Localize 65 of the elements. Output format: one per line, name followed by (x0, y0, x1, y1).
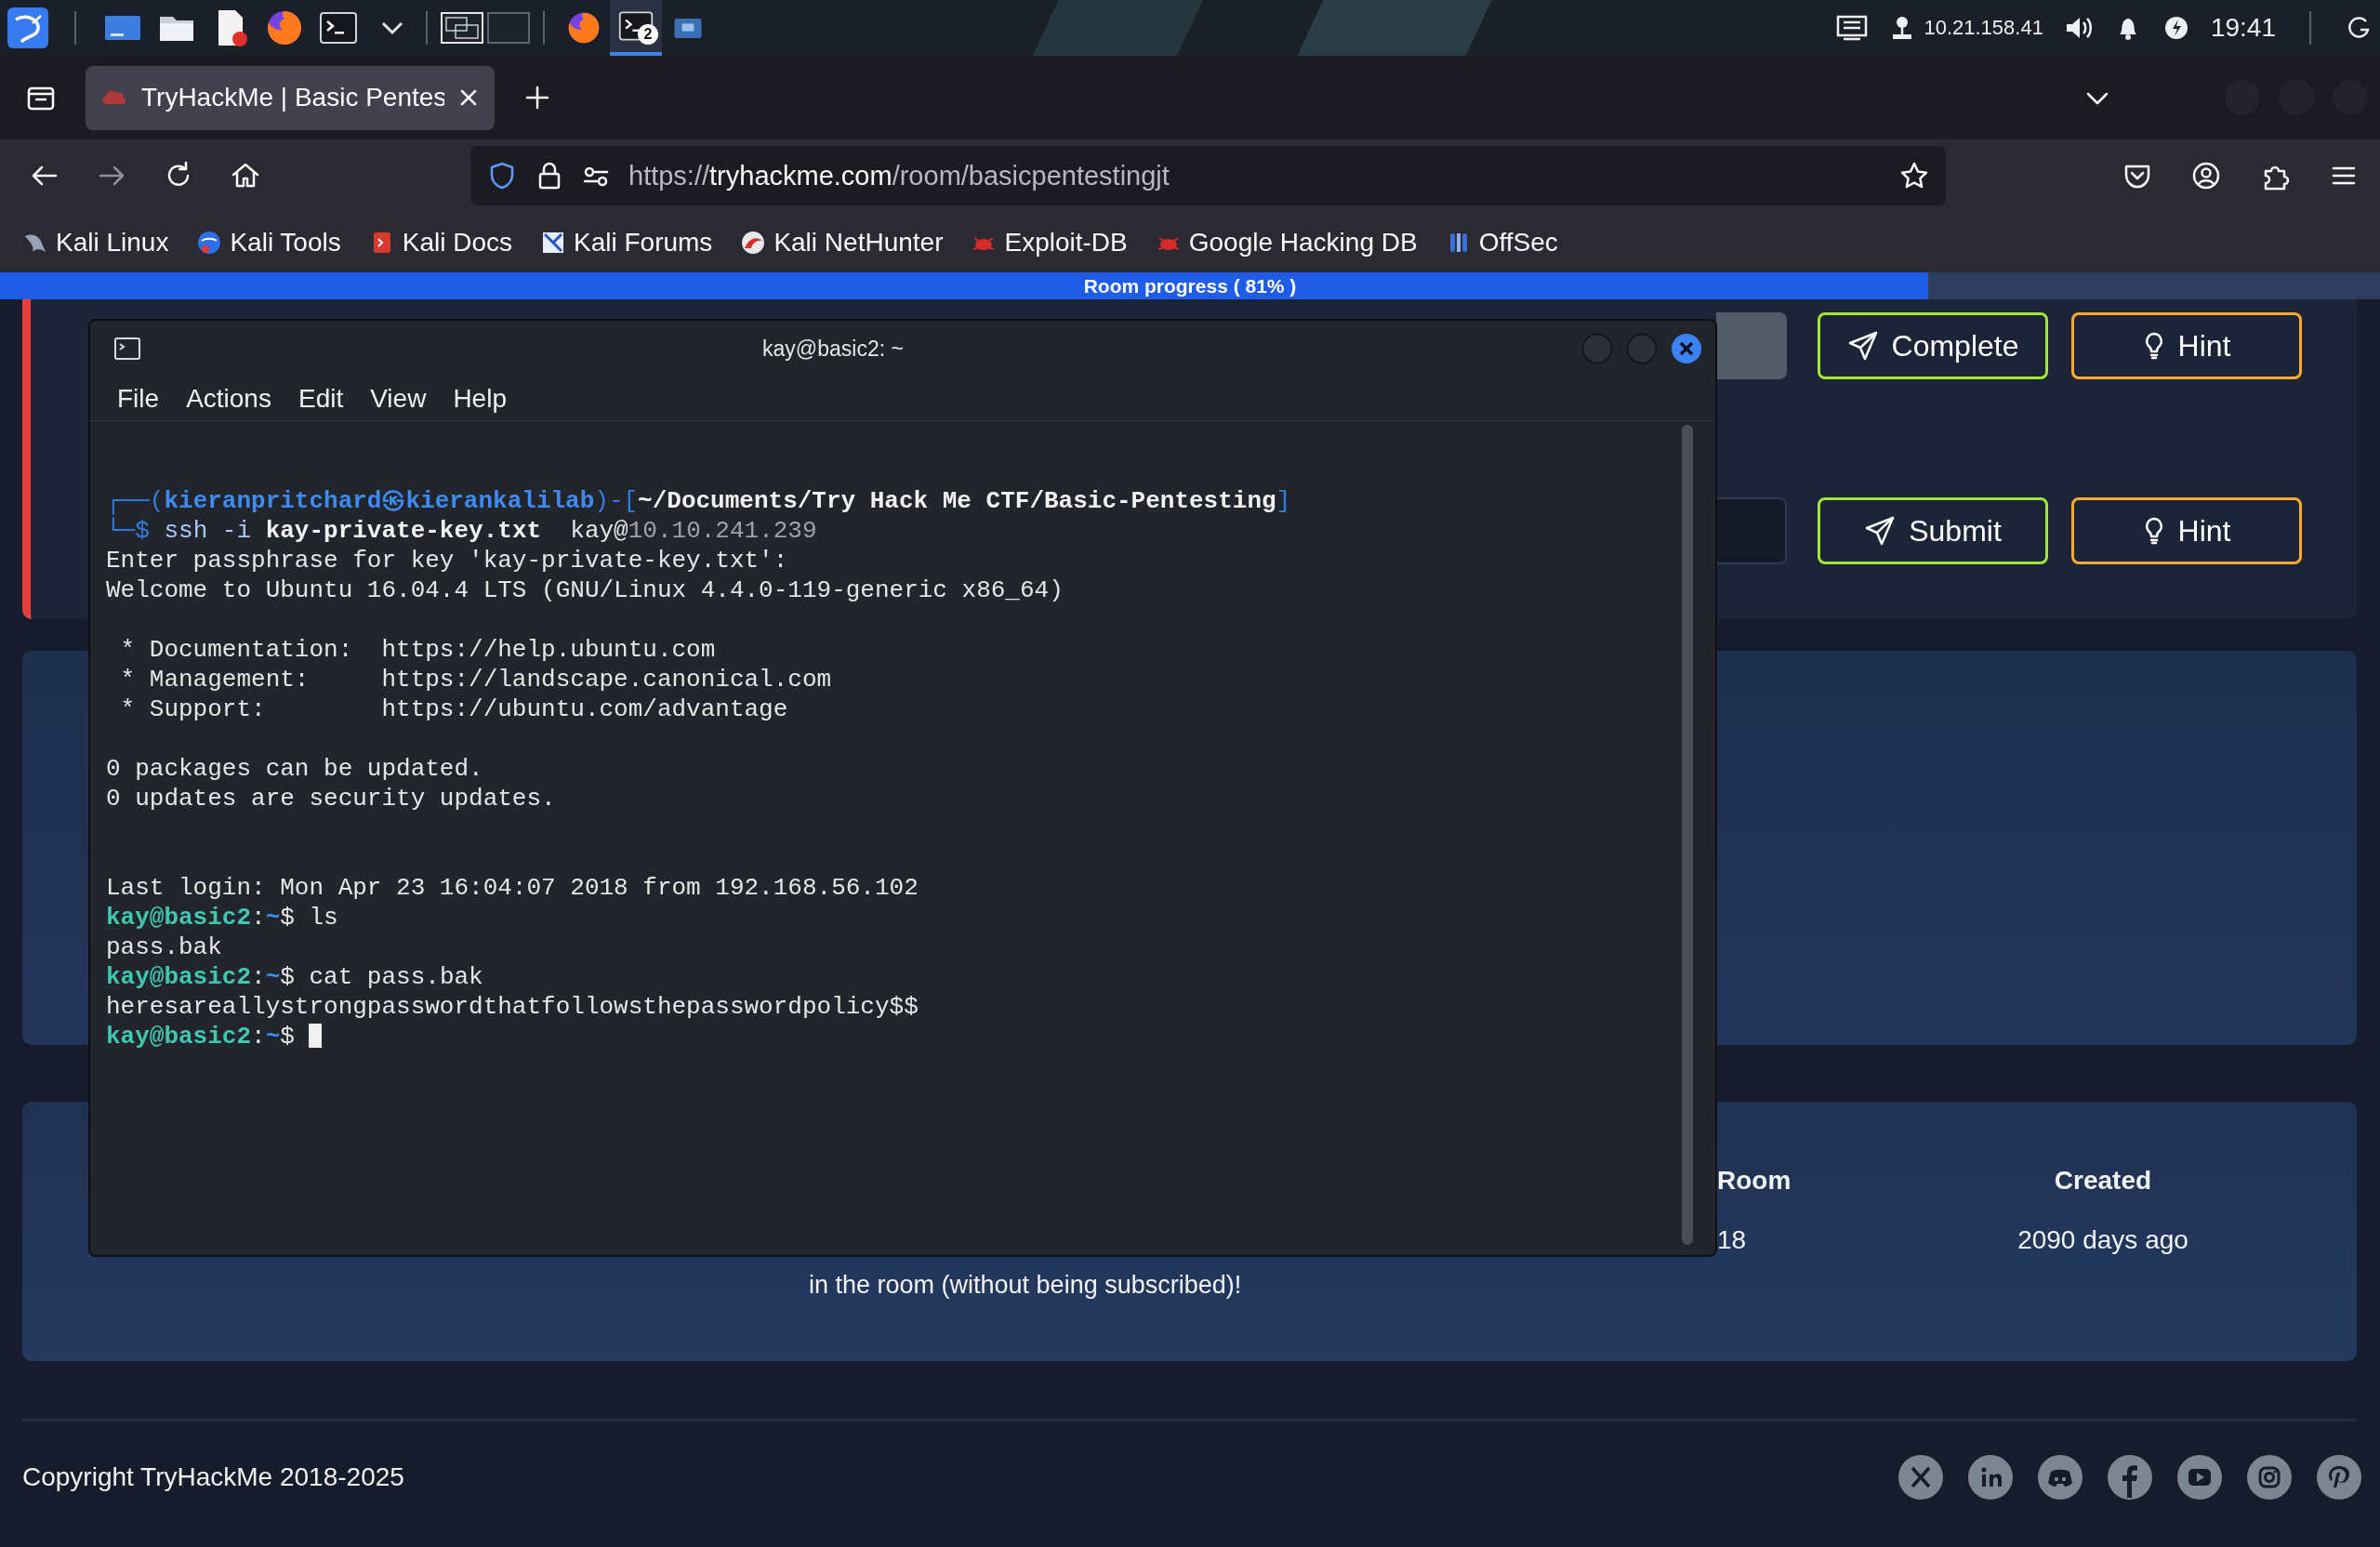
terminal-line: 0 updates are security updates. (106, 784, 557, 813)
bookmark[interactable]: Kali NetHunter (740, 227, 944, 258)
bookmark[interactable]: Kali Forums (540, 227, 713, 258)
swoosh-icon (740, 229, 767, 256)
terminal-line: * Documentation: https://help.ubuntu.com (119, 635, 717, 665)
terminal-line: * Support: https://ubuntu.com/advantage (119, 694, 789, 724)
column-heading: Created (2054, 1165, 2152, 1197)
bookmark[interactable]: Kali Linux (22, 227, 169, 258)
menu-item[interactable]: Help (453, 383, 507, 414)
terminal-line: kay@basic2:~$ cat pass.bak (106, 962, 484, 992)
terminal-line: ┌──(kieranpritchard㉿kierankalilab)-[~/Documents/Try Hack Me CTF/Basic-Pentesting] (106, 486, 1292, 516)
terminal-line: Welcome to Ubuntu 16.04.4 LTS (GNU/Linux 4.4.0-119-generic x86_64) (106, 575, 1064, 605)
discord-icon[interactable] (2038, 1455, 2082, 1500)
youtube-icon[interactable] (2177, 1455, 2222, 1500)
terminal-line: └─$ ssh -i kay-private-key.txt kay@10.10.241.239 (106, 516, 818, 546)
scrollbar[interactable] (1682, 425, 1693, 1245)
bookmark[interactable]: OffSec (1445, 227, 1558, 258)
column-value: 2090 days ago (2017, 1224, 2188, 1256)
taskbar-button[interactable]: 2 (610, 0, 662, 56)
answer-field[interactable] (1716, 497, 1787, 564)
clock: 19:41 (2210, 13, 2276, 43)
terminal-line: heresareallystrongpasswordthatfollowsthepasswordpolicy$$ (106, 992, 919, 1022)
account-icon[interactable] (2190, 160, 2222, 192)
linkedin-icon[interactable] (1968, 1455, 2013, 1500)
globe-icon (196, 229, 223, 256)
star-icon[interactable] (1899, 161, 1929, 191)
terminal-line: 0 packages can be updated. (106, 754, 484, 784)
app-menu-icon[interactable] (7, 7, 48, 48)
submit-button[interactable]: Complete (1818, 312, 2048, 379)
display-icon[interactable] (1836, 14, 1869, 42)
window-title: kay@basic2: ~ (761, 336, 905, 362)
terminal-icon (114, 337, 140, 360)
paper-plane-icon (1864, 515, 1897, 547)
url-text: https://tryhackme.com/room/basicpentestingjt (628, 160, 1170, 192)
column-value: 18 (1717, 1224, 1748, 1256)
facebook-icon[interactable] (2108, 1455, 2152, 1500)
room-type-text: in the room (without being subscribed)! (809, 1270, 1242, 1301)
menu-item[interactable]: Actions (186, 383, 271, 414)
bookmark[interactable]: Kali Tools (196, 227, 341, 258)
ip-address: 10.21.158.41 (1924, 16, 2043, 40)
column-heading: Room (1717, 1165, 1792, 1197)
hint-button[interactable]: Hint (2071, 497, 2302, 564)
bookmark[interactable]: Exploit-DB (971, 227, 1128, 258)
paper-plane-icon (1846, 330, 1879, 362)
terminal-line: * Management: https://landscape.canonical.com (119, 665, 833, 694)
terminal-line: Enter passphrase for key 'kay-private-key.txt': (106, 546, 789, 575)
pinterest-icon[interactable] (2317, 1455, 2361, 1500)
terminal-line: kay@basic2:~$ (106, 1022, 1715, 1051)
submit-button[interactable]: Submit (1818, 497, 2048, 564)
close-button[interactable] (1671, 333, 1702, 364)
instagram-icon[interactable] (2247, 1455, 2292, 1500)
x-icon[interactable] (1898, 1455, 1943, 1500)
badge: 2 (638, 24, 658, 45)
bookmark[interactable]: Google Hacking DB (1155, 227, 1418, 258)
terminal-line: kay@basic2:~$ ls (106, 903, 339, 932)
address-bar[interactable]: https://tryhackme.com/room/basicpentestingjt (470, 146, 1946, 205)
menu-item[interactable]: File (117, 383, 160, 414)
terminal-line: Last login: Mon Apr 23 16:04:07 2018 from 192.168.56.102 (106, 873, 919, 903)
terminal-line: pass.bak (106, 932, 223, 962)
menu-item[interactable]: Edit (298, 383, 344, 414)
bookmark[interactable]: Kali Docs (368, 227, 512, 258)
copyright-text: Copyright TryHackMe 2018-2025 (22, 1462, 404, 1492)
hint-button[interactable]: Hint (2071, 312, 2302, 379)
menu-item[interactable]: View (370, 383, 427, 414)
progress-label: Room progress ( 81% ) (1083, 274, 1297, 298)
